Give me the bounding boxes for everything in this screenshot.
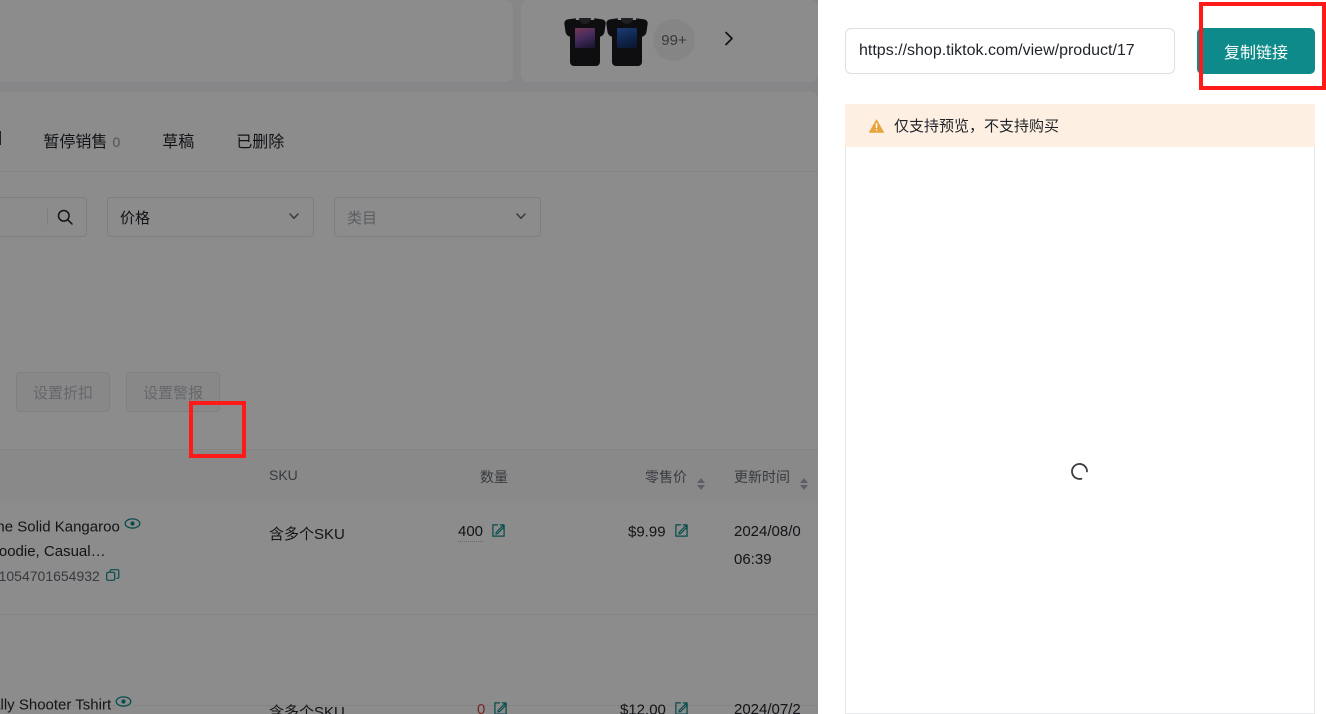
chevron-right-icon[interactable] [719,29,738,52]
qty-value[interactable]: 0 [477,701,486,714]
table-row[interactable]: ump Rally Shooter Tshirt Trump 2024 - DJ… [0,668,818,714]
product-id-line: :1729561054701654932 [0,568,248,586]
eye-icon[interactable] [124,515,141,540]
category-filter-select[interactable]: 类目 [334,197,541,237]
bulk-action-bar: 上架 下架 设置联盟佣金 设置折扣 设置警报 [0,372,221,412]
tab-bar-divider [0,171,818,172]
search-divider [47,209,48,225]
qty-cell: 0 [477,701,508,714]
screen-root: 99+ 3 已下架 0 审核中 [0,0,1326,714]
product-thumbnail-row: 99+ [563,14,738,66]
column-header-updated[interactable]: 更新时间 [734,467,808,490]
status-tab-bar: 3 已下架 0 审核中 0 暂停销售 0 草稿 [0,118,326,162]
tab-deleted[interactable]: 已删除 [236,128,284,152]
updated-date: 2024/08/0 [734,523,801,540]
search-placeholder: 名称、ID或seller sku搜索 [0,207,39,227]
price-value: $9.99 [628,523,666,541]
preview-warning-text: 仅支持预览，不支持购买 [894,118,1060,135]
price-cell: $9.99 [628,523,689,542]
column-header-price[interactable]: 零售价 [645,467,705,490]
pencil-edit-icon[interactable] [491,523,506,542]
sort-arrows-icon[interactable] [799,478,808,490]
pencil-edit-icon[interactable] [674,701,689,714]
tab-divider [0,131,2,145]
price-cell: $12.00 [620,701,689,714]
tab-label: 已删除 [236,134,285,151]
tshirt-thumbnail-2[interactable] [605,14,649,66]
pencil-edit-icon[interactable] [674,523,689,542]
warning-triangle-icon [868,118,885,134]
tab-label: 暂停销售 [43,134,108,151]
column-header-sku[interactable]: SKU [269,467,298,483]
chevron-down-icon [287,209,301,226]
background-application: 99+ 3 已下架 0 审核中 [0,0,818,714]
product-preview-frame [845,147,1315,714]
set-discount-button[interactable]: 设置折扣 [16,372,111,412]
sku-cell: 含多个SKU [269,526,345,543]
category-filter-value: 类目 [347,209,378,227]
qty-value[interactable]: 400 [458,523,484,543]
copy-icon[interactable] [105,568,120,586]
price-filter-value: 价格 [120,209,151,227]
product-url-value: https://shop.tiktok.com/view/product/17 [859,42,1135,59]
updated-date: 2024/07/2 [734,701,801,714]
updated-time: 06:39 [734,551,772,568]
sku-cell: 含多个SKU [269,704,345,714]
qty-cell: 400 [458,523,506,543]
chevron-down-icon [514,209,528,226]
product-name-line2: ocket Hoodie, Casual… [0,543,106,560]
share-link-header: https://shop.tiktok.com/view/product/17 … [845,28,1315,74]
top-carousel-strip: 99+ [0,0,818,82]
carousel-card-left [0,0,513,82]
product-id-text: :1729561054701654932 [0,568,100,584]
tab-draft[interactable]: 草稿 [162,128,194,152]
tab-suspended[interactable]: 暂停销售 0 [43,128,120,152]
product-name-text: ump Rally Shooter Tshirt [0,696,112,714]
product-info-cell: hinestone Solid Kangaroo ocket Hoodie, C… [0,515,248,586]
thumbnail-count-label: 99+ [661,31,687,49]
search-icon[interactable] [56,208,74,226]
pencil-edit-icon[interactable] [493,701,508,714]
filter-bar: 名称、ID或seller sku搜索 价格 类目 [0,197,541,237]
column-header-updated-label: 更新时间 [734,469,790,485]
product-info-cell: ump Rally Shooter Tshirt Trump 2024 - DJ… [0,693,248,714]
product-name-line1: hinestone Solid Kangaroo [0,515,248,540]
thumbnail-count-badge[interactable]: 99+ [653,19,695,61]
tab-label: 草稿 [162,134,195,151]
tshirt-thumbnail-1[interactable] [563,14,607,66]
copy-link-button[interactable]: 复制链接 [1197,28,1315,74]
product-list-panel: 3 已下架 0 审核中 0 暂停销售 0 草稿 [0,92,818,714]
carousel-card-right: 99+ [521,0,818,82]
product-url-input[interactable]: https://shop.tiktok.com/view/product/17 [845,28,1175,74]
column-header-qty[interactable]: 数量 [480,467,508,487]
set-alert-button[interactable]: 设置警报 [126,372,221,412]
product-name-line1: ump Rally Shooter Tshirt [0,693,248,714]
price-filter-select[interactable]: 价格 [107,197,314,237]
product-name-text: hinestone Solid Kangaroo [0,518,120,536]
eye-icon[interactable] [115,693,132,714]
price-value: $12.00 [620,701,666,714]
tab-count: 0 [112,134,121,150]
search-input[interactable]: 名称、ID或seller sku搜索 [0,197,87,237]
column-header-price-label: 零售价 [645,469,687,485]
table-header-row: SKU 数量 零售价 更新时间 [0,449,818,501]
preview-warning-banner: 仅支持预览，不支持购买 [845,104,1315,147]
loading-spinner-icon [1069,461,1090,482]
sort-arrows-icon[interactable] [696,478,705,490]
